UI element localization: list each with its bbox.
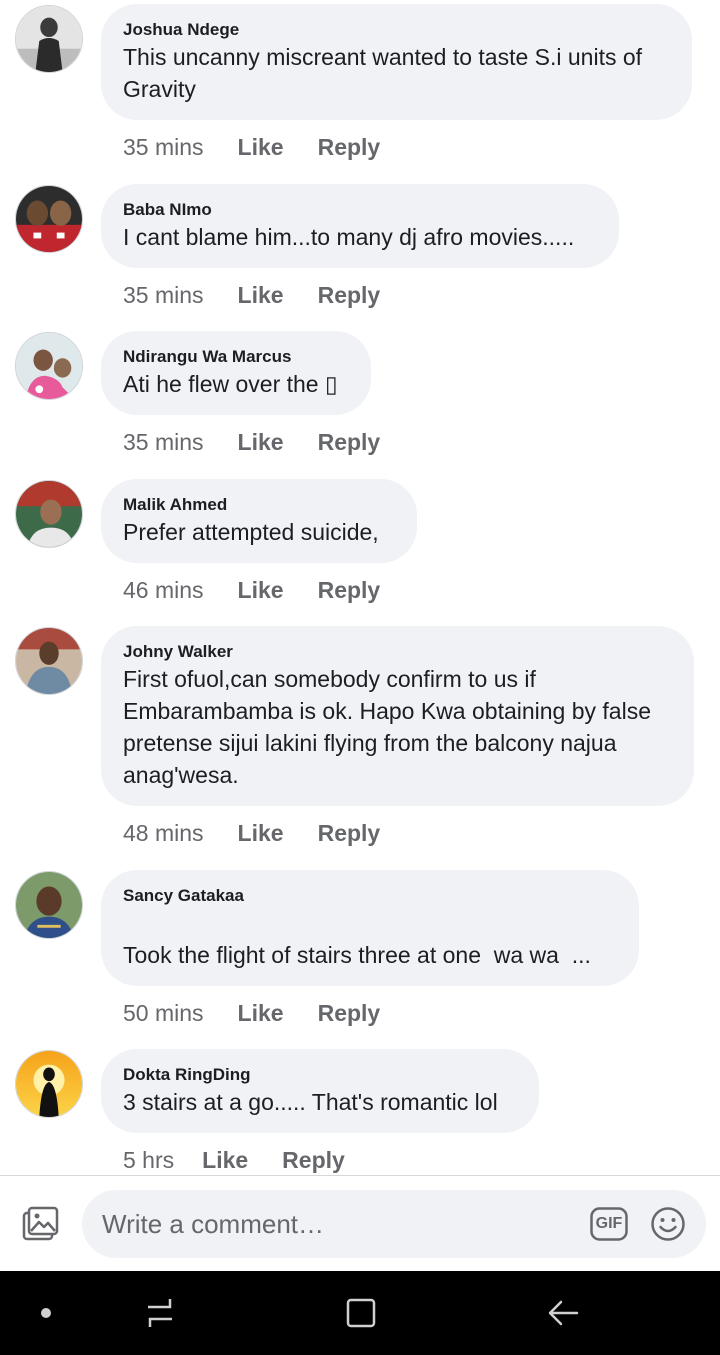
reply-button[interactable]: Reply bbox=[318, 280, 381, 310]
comment-actions: 50 mins Like Reply bbox=[123, 998, 380, 1028]
comment-time[interactable]: 35 mins bbox=[123, 132, 204, 162]
recent-apps-icon[interactable] bbox=[140, 1293, 180, 1333]
comment-author[interactable]: Baba NImo bbox=[123, 199, 597, 221]
comment-time[interactable]: 48 mins bbox=[123, 818, 204, 848]
avatar[interactable] bbox=[15, 480, 83, 548]
gif-label: GIF bbox=[595, 1215, 623, 1232]
comment-input[interactable]: Write a comment… GIF bbox=[82, 1190, 706, 1258]
comment-actions: 35 mins Like Reply bbox=[123, 132, 380, 162]
comment-author[interactable]: Sancy Gatakaa bbox=[123, 885, 617, 907]
comment-bubble[interactable]: Dokta RingDing 3 stairs at a go..... Tha… bbox=[101, 1049, 539, 1133]
like-button[interactable]: Like bbox=[238, 132, 284, 162]
avatar[interactable] bbox=[15, 627, 83, 695]
comment-actions: 46 mins Like Reply bbox=[123, 575, 380, 605]
like-button[interactable]: Like bbox=[238, 575, 284, 605]
comment-input-placeholder[interactable]: Write a comment… bbox=[102, 1208, 324, 1240]
comment-text: Prefer attempted suicide, bbox=[123, 519, 379, 545]
reply-button[interactable]: Reply bbox=[282, 1145, 345, 1175]
comment-text: 3 stairs at a go..... That's romantic lo… bbox=[123, 1089, 498, 1115]
back-icon[interactable] bbox=[543, 1293, 583, 1333]
comment-actions: 5 hrs Like Reply bbox=[123, 1145, 345, 1175]
like-button[interactable]: Like bbox=[238, 427, 284, 457]
comment-author[interactable]: Joshua Ndege bbox=[123, 19, 670, 41]
reply-button[interactable]: Reply bbox=[318, 427, 381, 457]
comment-bubble[interactable]: Ndirangu Wa Marcus Ati he flew over the … bbox=[101, 331, 371, 415]
gif-button[interactable]: GIF bbox=[590, 1207, 628, 1241]
comment-text: Took the flight of stairs three at one w… bbox=[123, 942, 591, 968]
photo-icon[interactable] bbox=[20, 1204, 60, 1244]
avatar[interactable] bbox=[15, 332, 83, 400]
comment-author[interactable]: Dokta RingDing bbox=[123, 1064, 517, 1086]
comment-time[interactable]: 46 mins bbox=[123, 575, 204, 605]
avatar[interactable] bbox=[15, 1050, 83, 1118]
avatar[interactable] bbox=[15, 185, 83, 253]
system-navigation-bar bbox=[0, 1271, 720, 1355]
smiley-icon[interactable] bbox=[650, 1206, 686, 1242]
avatar[interactable] bbox=[15, 5, 83, 73]
comment-text: This uncanny miscreant wanted to taste S… bbox=[123, 44, 643, 102]
comment-author[interactable]: Malik Ahmed bbox=[123, 494, 395, 516]
dot-icon[interactable] bbox=[26, 1293, 66, 1333]
like-button[interactable]: Like bbox=[238, 280, 284, 310]
reply-button[interactable]: Reply bbox=[318, 132, 381, 162]
comment-bubble[interactable]: Sancy Gatakaa Took the flight of stairs … bbox=[101, 870, 639, 986]
comment-text: Ati he flew over the ▯ bbox=[123, 371, 338, 397]
like-button[interactable]: Like bbox=[238, 998, 284, 1028]
home-icon[interactable] bbox=[341, 1293, 381, 1333]
comment-bubble[interactable]: Joshua Ndege This uncanny miscreant want… bbox=[101, 4, 692, 120]
reply-button[interactable]: Reply bbox=[318, 575, 381, 605]
comment-bubble[interactable]: Malik Ahmed Prefer attempted suicide, bbox=[101, 479, 417, 563]
avatar[interactable] bbox=[15, 871, 83, 939]
like-button[interactable]: Like bbox=[238, 818, 284, 848]
comment-time[interactable]: 5 hrs bbox=[123, 1145, 174, 1175]
comment-time[interactable]: 35 mins bbox=[123, 427, 204, 457]
reply-button[interactable]: Reply bbox=[318, 998, 381, 1028]
comment-author[interactable]: Ndirangu Wa Marcus bbox=[123, 346, 349, 368]
comment-time[interactable]: 50 mins bbox=[123, 998, 204, 1028]
comment-actions: 48 mins Like Reply bbox=[123, 818, 380, 848]
comment-actions: 35 mins Like Reply bbox=[123, 280, 380, 310]
comment-bubble[interactable]: Johny Walker First ofuol,can somebody co… bbox=[101, 626, 694, 806]
comment-text: First ofuol,can somebody confirm to us i… bbox=[123, 666, 652, 788]
comment-text: I cant blame him...to many dj afro movie… bbox=[123, 224, 575, 250]
comment-author[interactable]: Johny Walker bbox=[123, 641, 672, 663]
comment-composer: Write a comment… GIF bbox=[0, 1175, 720, 1271]
comment-time[interactable]: 35 mins bbox=[123, 280, 204, 310]
comment-bubble[interactable]: Baba NImo I cant blame him...to many dj … bbox=[101, 184, 619, 268]
reply-button[interactable]: Reply bbox=[318, 818, 381, 848]
like-button[interactable]: Like bbox=[202, 1145, 248, 1175]
comment-actions: 35 mins Like Reply bbox=[123, 427, 380, 457]
